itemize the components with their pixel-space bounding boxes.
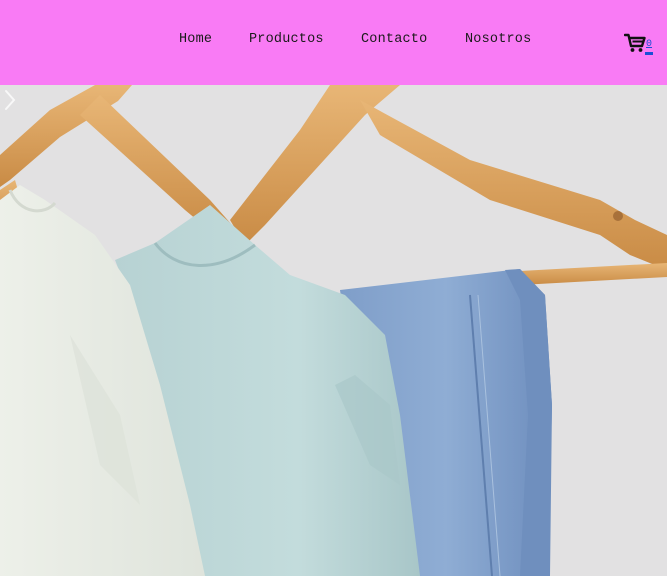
shopping-cart-icon [624, 33, 646, 52]
cart-count-underline [645, 52, 653, 55]
nav-link-contacto[interactable]: Contacto [361, 32, 427, 47]
hero-image [0, 85, 667, 576]
cart-button[interactable]: 0 [624, 33, 658, 57]
nav-link-home[interactable]: Home [179, 32, 212, 47]
cart-count-badge[interactable]: 0 [646, 39, 652, 51]
hero-carousel [0, 85, 667, 576]
nav-link-productos[interactable]: Productos [249, 32, 324, 47]
site-header: Home Productos Contacto Nosotros 0 [0, 0, 667, 85]
main-nav: Home Productos Contacto Nosotros [0, 32, 667, 52]
nav-link-nosotros[interactable]: Nosotros [465, 32, 531, 47]
chevron-right-icon[interactable] [0, 85, 22, 115]
